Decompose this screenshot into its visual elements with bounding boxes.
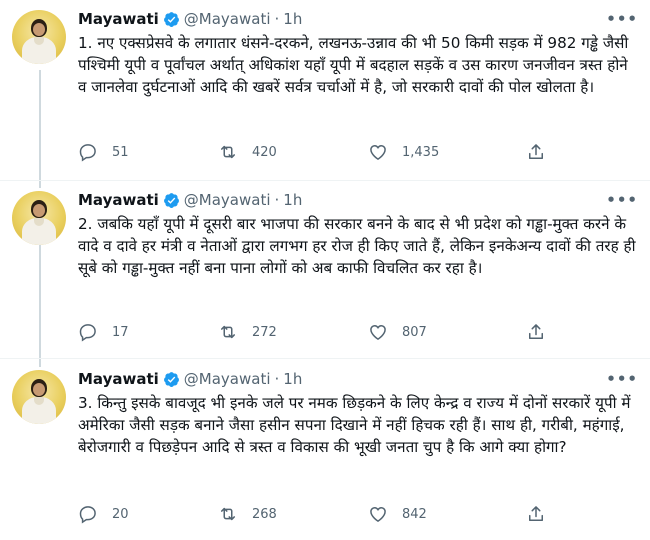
- separator-dot: ·: [274, 191, 280, 209]
- verified-badge-icon: [163, 11, 179, 27]
- share-icon: [529, 144, 543, 159]
- avatar[interactable]: [12, 10, 66, 64]
- tweet-divider: [0, 358, 650, 359]
- tweet-header: Mayawati @Mayawati · 1h: [78, 8, 302, 30]
- like-button[interactable]: 842: [368, 502, 427, 526]
- tweet[interactable]: Mayawati @Mayawati · 1h ••• 2. जबकि यहाँ…: [0, 183, 650, 361]
- tweet-divider: [0, 180, 650, 181]
- like-count: 807: [402, 324, 427, 340]
- retweet-icon: [221, 325, 235, 339]
- retweet-count: 420: [252, 144, 277, 160]
- reply-button[interactable]: 20: [78, 502, 129, 526]
- avatar[interactable]: [12, 191, 66, 245]
- share-button[interactable]: [526, 320, 560, 344]
- author-handle[interactable]: @Mayawati: [184, 10, 271, 28]
- tweet-header: Mayawati @Mayawati · 1h: [78, 368, 302, 390]
- retweet-count: 272: [252, 324, 277, 340]
- reply-icon: [79, 506, 96, 524]
- share-button[interactable]: [526, 140, 560, 164]
- retweet-count: 268: [252, 506, 277, 522]
- like-count: 1,435: [402, 144, 440, 160]
- heart-icon: [370, 324, 386, 340]
- like-button[interactable]: 1,435: [368, 140, 439, 164]
- tweet-text: 3. किन्तु इसके बावजूद भी इनके जले पर नमक…: [78, 394, 631, 456]
- heart-icon: [370, 144, 386, 160]
- more-icon[interactable]: •••: [606, 10, 638, 28]
- tweet-header: Mayawati @Mayawati · 1h: [78, 189, 302, 211]
- tweet-text: 1. नए एक्सप्रेसवे के लगातार धंसने-दरकने,…: [78, 34, 629, 96]
- reply-icon: [79, 324, 96, 342]
- like-count: 842: [402, 506, 427, 522]
- retweet-button[interactable]: 268: [218, 502, 277, 526]
- reply-count: 17: [112, 324, 129, 340]
- author-handle[interactable]: @Mayawati: [184, 191, 271, 209]
- author-handle[interactable]: @Mayawati: [184, 370, 271, 388]
- timestamp[interactable]: 1h: [283, 191, 302, 209]
- author-name[interactable]: Mayawati: [78, 191, 159, 209]
- avatar[interactable]: [12, 370, 66, 424]
- retweet-button[interactable]: 272: [218, 320, 277, 344]
- reply-icon: [79, 144, 96, 162]
- share-button[interactable]: [526, 502, 560, 526]
- reply-count: 20: [112, 506, 129, 522]
- share-icon: [529, 324, 543, 339]
- retweet-icon: [221, 507, 235, 521]
- reply-count: 51: [112, 144, 129, 160]
- reply-button[interactable]: 51: [78, 140, 129, 164]
- reply-button[interactable]: 17: [78, 320, 129, 344]
- retweet-button[interactable]: 420: [218, 140, 277, 164]
- tweet[interactable]: Mayawati @Mayawati · 1h ••• 3. किन्तु इस…: [0, 362, 650, 540]
- verified-badge-icon: [163, 371, 179, 387]
- retweet-icon: [221, 145, 235, 159]
- author-name[interactable]: Mayawati: [78, 10, 159, 28]
- timestamp[interactable]: 1h: [283, 370, 302, 388]
- verified-badge-icon: [163, 192, 179, 208]
- timestamp[interactable]: 1h: [283, 10, 302, 28]
- separator-dot: ·: [274, 370, 280, 388]
- more-icon[interactable]: •••: [606, 191, 638, 209]
- tweet-text: 2. जबकि यहाँ यूपी में दूसरी बार भाजपा की…: [78, 215, 636, 277]
- more-icon[interactable]: •••: [606, 370, 638, 388]
- share-icon: [529, 506, 543, 521]
- separator-dot: ·: [274, 10, 280, 28]
- heart-icon: [370, 506, 386, 522]
- like-button[interactable]: 807: [368, 320, 427, 344]
- tweet[interactable]: Mayawati @Mayawati · 1h ••• 1. नए एक्सप्…: [0, 2, 650, 180]
- author-name[interactable]: Mayawati: [78, 370, 159, 388]
